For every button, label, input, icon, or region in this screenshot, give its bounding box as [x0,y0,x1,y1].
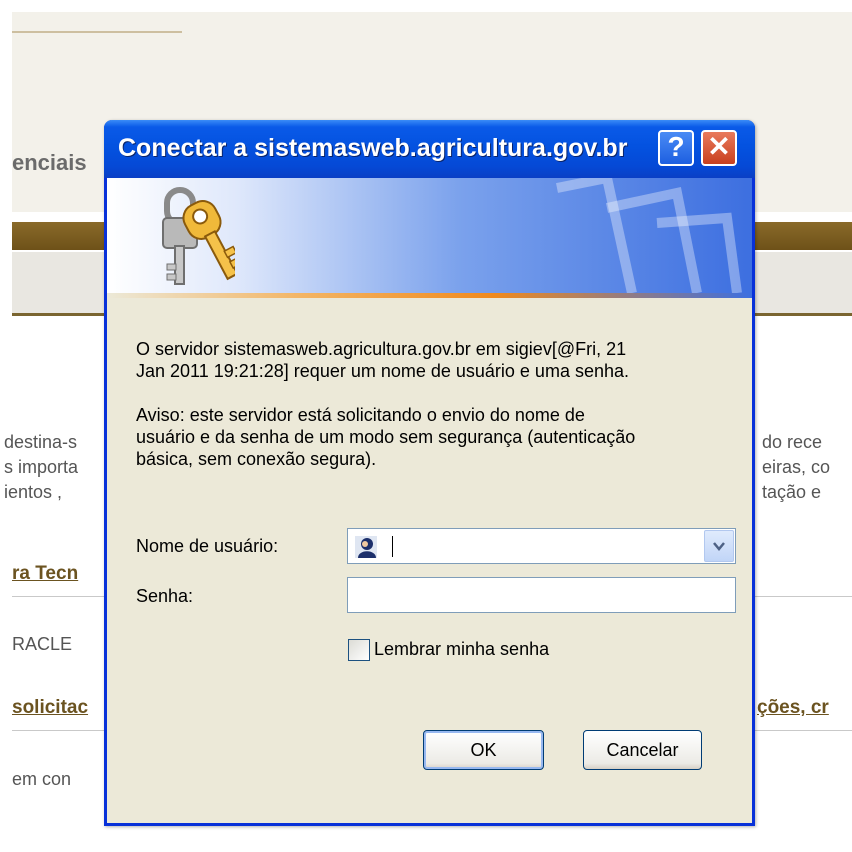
username-label: Nome de usuário: [136,536,279,556]
header-divider [12,31,182,33]
separator [755,596,852,597]
body-text-right-1: do rece [762,432,823,452]
link-solicitacao[interactable]: solicitac [12,697,88,719]
link-opcoes[interactable]: ções, cr [757,697,829,719]
body-text-left-3: ientos , [4,482,63,502]
user-icon [355,536,377,558]
separator [12,596,104,597]
message-line: O servidor sistemasweb.agricultura.gov.b… [136,339,627,359]
separator [12,730,104,731]
dialog-banner [107,178,752,293]
body-text-right-2: eiras, co [762,457,831,477]
dialog-title: Conectar a sistemasweb.agricultura.gov.b… [118,134,628,162]
page-section-title: enciais [12,150,87,175]
dialog-titlebar[interactable]: Conectar a sistemasweb.agricultura.gov.b… [104,120,755,178]
link-tecnologia[interactable]: ra Tecn [12,563,78,585]
remember-password-checkbox[interactable] [348,639,370,661]
remember-password-label[interactable]: Lembrar minha senha [374,639,549,660]
oracle-text: RACLE [12,634,73,654]
close-icon[interactable]: ✕ [701,130,737,166]
help-icon[interactable]: ? [658,130,694,166]
password-label: Senha: [136,586,194,606]
banner-divider [107,293,752,298]
username-dropdown-button[interactable] [704,530,734,562]
chevron-down-icon [713,542,725,551]
cancel-button[interactable]: Cancelar [583,730,702,770]
warning-line: básica, sem conexão segura). [136,449,377,469]
body-text-left-2: s importa [4,457,79,477]
message-line: Jan 2011 19:21:28] requer um nome de usu… [136,361,629,381]
em-con-text: em con [12,769,72,789]
body-text-right-3: tação e [762,482,822,502]
ok-button[interactable]: OK [423,730,544,770]
separator [755,730,852,731]
warning-line: Aviso: este servidor está solicitando o … [136,405,585,425]
banner-watermark-icon [556,178,742,293]
text-cursor [392,536,393,557]
login-dialog: Conectar a sistemasweb.agricultura.gov.b… [104,120,755,826]
username-combobox[interactable] [347,528,736,564]
password-field[interactable] [347,577,736,613]
warning-line: usuário e da senha de um modo sem segura… [136,427,636,447]
body-text-left-1: destina-s [4,432,78,452]
keys-icon [162,187,235,285]
